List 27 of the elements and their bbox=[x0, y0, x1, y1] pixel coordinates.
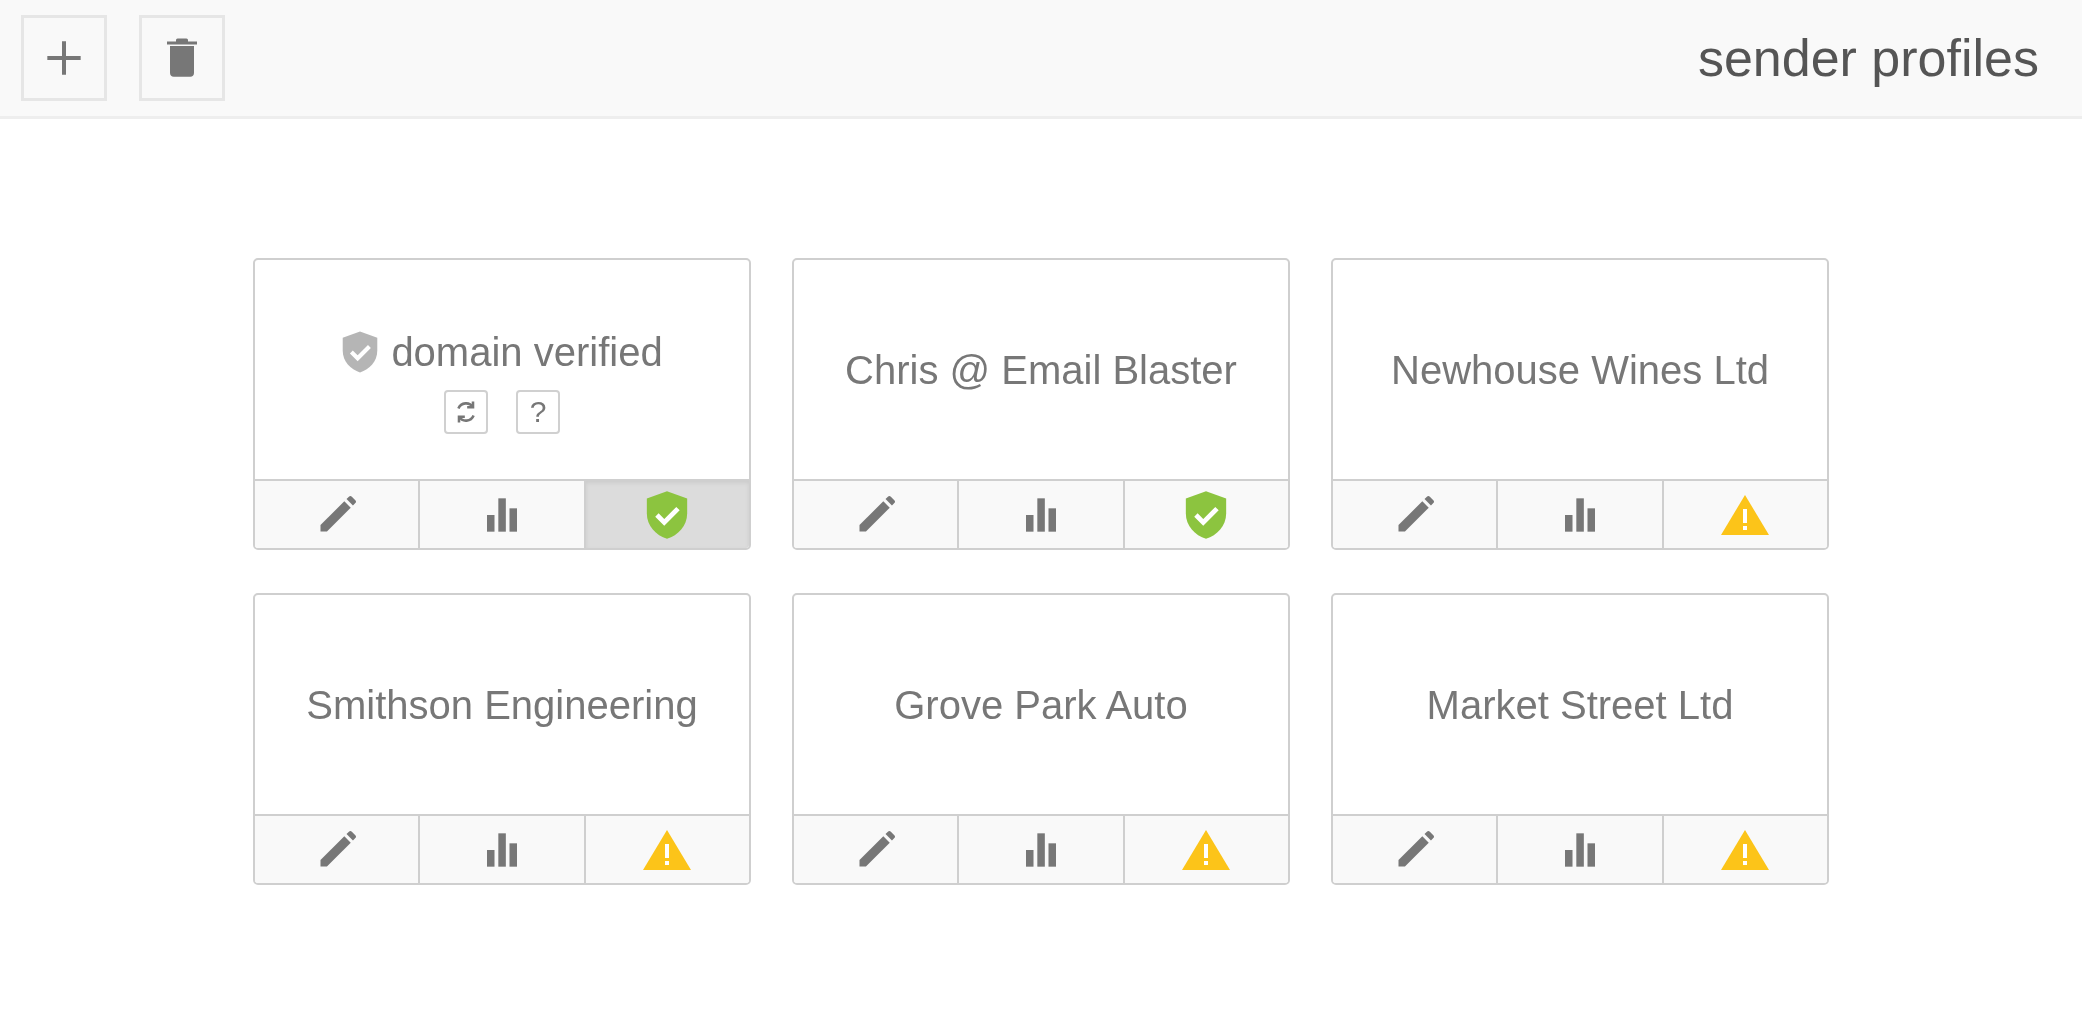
help-button[interactable]: ? bbox=[516, 389, 560, 434]
profile-name: Grove Park Auto bbox=[894, 684, 1188, 725]
edit-button[interactable] bbox=[794, 816, 960, 883]
profile-name: Chris @ Email Blaster bbox=[845, 349, 1237, 390]
edit-button[interactable] bbox=[255, 816, 421, 883]
stats-button[interactable] bbox=[959, 816, 1125, 883]
edit-button[interactable] bbox=[255, 481, 421, 548]
refresh-button[interactable] bbox=[444, 389, 488, 434]
stats-button[interactable] bbox=[420, 816, 586, 883]
plus-icon bbox=[44, 38, 84, 78]
verified-shield-icon bbox=[645, 488, 690, 541]
stats-button[interactable] bbox=[1498, 816, 1664, 883]
stats-button[interactable] bbox=[1498, 481, 1664, 548]
edit-button[interactable] bbox=[794, 481, 960, 548]
verification-status: domain verified bbox=[391, 331, 663, 372]
profile-name: Newhouse Wines Ltd bbox=[1391, 349, 1769, 390]
profile-name: Market Street Ltd bbox=[1426, 684, 1734, 725]
stats-button[interactable] bbox=[420, 481, 586, 548]
add-button[interactable] bbox=[21, 15, 107, 101]
delete-button[interactable] bbox=[139, 15, 225, 101]
shield-check-icon bbox=[341, 329, 380, 374]
edit-button[interactable] bbox=[1333, 481, 1499, 548]
verified-shield-icon bbox=[1184, 488, 1229, 541]
profile-name: Smithson Engineering bbox=[306, 684, 698, 725]
edit-button[interactable] bbox=[1333, 816, 1499, 883]
trash-icon bbox=[164, 36, 200, 80]
stats-button[interactable] bbox=[959, 481, 1125, 548]
